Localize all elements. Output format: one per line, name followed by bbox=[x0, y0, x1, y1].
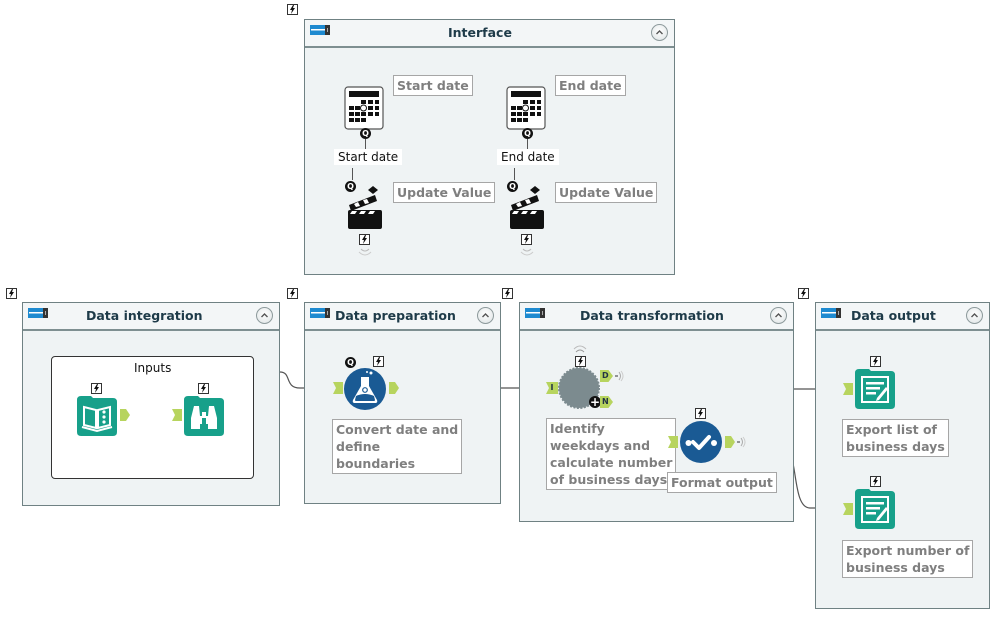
annotation-line: Convert date and bbox=[336, 422, 459, 437]
bolt-icon bbox=[198, 383, 209, 394]
tool-annotation: Update Value bbox=[555, 182, 658, 203]
tool-annotation: Identify weekdays and calculate number o… bbox=[546, 418, 677, 490]
annotation-line: business days bbox=[846, 439, 945, 454]
container-title: Data preparation bbox=[335, 308, 456, 323]
bolt-icon bbox=[373, 356, 384, 367]
inputs-group-label: Inputs bbox=[134, 361, 172, 375]
bolt-icon bbox=[502, 288, 513, 299]
output-document-icon bbox=[855, 489, 895, 529]
connector-line bbox=[527, 139, 528, 149]
calendar-icon bbox=[506, 86, 546, 130]
formula-tool[interactable] bbox=[344, 368, 386, 414]
annotation-line: Identify bbox=[550, 421, 605, 436]
output-data-tool-1[interactable] bbox=[855, 369, 895, 413]
tool-annotation: Export number of business days bbox=[842, 540, 974, 578]
wireless-icon bbox=[358, 248, 372, 256]
bolt-icon bbox=[575, 356, 586, 367]
bolt-icon bbox=[6, 288, 17, 299]
book-input-icon bbox=[77, 396, 117, 436]
bolt-icon bbox=[521, 234, 532, 245]
chevron-up-icon bbox=[482, 313, 489, 318]
tool-annotation: Convert date and define boundaries bbox=[332, 419, 463, 474]
annotation-line: Export number of bbox=[846, 543, 970, 558]
input-data-tool[interactable] bbox=[77, 396, 117, 440]
annotation-line: of business days bbox=[550, 472, 668, 487]
annotation-line: Export list of bbox=[846, 422, 937, 437]
container-title: Data output bbox=[851, 308, 936, 323]
container-toggle-icon[interactable] bbox=[525, 308, 545, 318]
question-badge-icon: Q bbox=[522, 128, 533, 139]
collapse-button[interactable] bbox=[477, 307, 494, 324]
bolt-icon bbox=[870, 476, 881, 487]
tool-annotation: Update Value bbox=[393, 182, 496, 203]
annotation-line: weekdays and bbox=[550, 438, 651, 453]
tool-annotation: Start date bbox=[393, 75, 473, 96]
chevron-up-icon bbox=[261, 313, 268, 318]
bolt-icon bbox=[359, 234, 370, 245]
binoculars-icon bbox=[184, 396, 224, 436]
container-header: Interface bbox=[305, 20, 674, 48]
clapperboard-icon bbox=[510, 186, 544, 229]
connection-label: End date bbox=[497, 149, 559, 165]
select-tool[interactable] bbox=[680, 421, 722, 467]
bolt-icon bbox=[870, 356, 881, 367]
bolt-icon bbox=[695, 408, 706, 419]
collapse-button[interactable] bbox=[966, 307, 983, 324]
action-tool-end[interactable] bbox=[507, 183, 549, 235]
wireless-icon bbox=[520, 248, 534, 256]
connection-label: Start date bbox=[334, 149, 403, 165]
chevron-up-icon bbox=[775, 313, 782, 318]
flask-icon bbox=[344, 368, 386, 410]
connector-line bbox=[514, 168, 515, 180]
container-toggle-icon[interactable] bbox=[310, 308, 330, 318]
wireless-icon bbox=[615, 370, 624, 382]
browse-tool[interactable] bbox=[184, 396, 224, 440]
calendar-icon bbox=[344, 86, 384, 130]
output-data-tool-2[interactable] bbox=[855, 489, 895, 533]
container-title: Interface bbox=[448, 25, 512, 40]
connector-line bbox=[352, 168, 353, 180]
date-tool-start[interactable] bbox=[344, 86, 384, 134]
annotation-line: calculate number bbox=[550, 455, 673, 470]
bolt-icon bbox=[287, 288, 298, 299]
collapse-button[interactable] bbox=[770, 307, 787, 324]
tool-annotation: End date bbox=[555, 75, 626, 96]
container-header: Data transformation bbox=[520, 303, 793, 331]
annotation-line: boundaries bbox=[336, 456, 416, 471]
date-tool-end[interactable] bbox=[506, 86, 546, 134]
chevron-up-icon bbox=[656, 30, 663, 35]
question-badge-icon: Q bbox=[360, 128, 371, 139]
question-badge-icon: Q bbox=[345, 357, 356, 368]
container-title: Data integration bbox=[86, 308, 203, 323]
bolt-icon bbox=[91, 383, 102, 394]
container-header: Data integration bbox=[23, 303, 279, 331]
add-icon[interactable]: + bbox=[589, 396, 601, 408]
container-toggle-icon[interactable] bbox=[28, 308, 48, 318]
bolt-icon bbox=[287, 4, 298, 15]
connector-line bbox=[365, 139, 366, 149]
container-toggle-icon[interactable] bbox=[310, 25, 330, 35]
container-data-integration: Data integration Inputs bbox=[22, 302, 280, 506]
tool-annotation: Export list of business days bbox=[842, 419, 949, 457]
container-header: Data preparation bbox=[305, 303, 500, 331]
clapperboard-icon bbox=[348, 186, 382, 229]
container-title: Data transformation bbox=[580, 308, 724, 323]
collapse-button[interactable] bbox=[256, 307, 273, 324]
annotation-line: define bbox=[336, 439, 381, 454]
container-header: Data output bbox=[816, 303, 989, 331]
action-tool-start[interactable] bbox=[345, 183, 387, 235]
container-toggle-icon[interactable] bbox=[821, 308, 841, 318]
output-document-icon bbox=[855, 369, 895, 409]
collapse-button[interactable] bbox=[651, 24, 668, 41]
wireless-icon bbox=[737, 436, 746, 448]
tool-annotation: Format output bbox=[667, 472, 777, 493]
chevron-up-icon bbox=[971, 313, 978, 318]
annotation-line: business days bbox=[846, 560, 945, 575]
wireless-icon bbox=[573, 345, 587, 353]
bolt-icon bbox=[798, 288, 809, 299]
checkmark-select-icon bbox=[680, 421, 722, 463]
